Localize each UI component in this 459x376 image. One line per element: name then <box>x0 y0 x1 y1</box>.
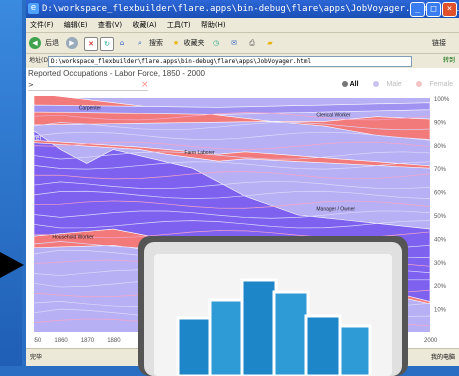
print-icon[interactable]: ⎙ <box>246 37 258 49</box>
links-label[interactable]: 链接 <box>429 37 449 49</box>
address-bar: 地址(D) D:\workspace_flexbuilder\flare.app… <box>26 54 459 69</box>
filter-female[interactable]: Female <box>410 81 453 88</box>
desktop-background <box>0 0 22 366</box>
filter-all-dot <box>342 81 348 87</box>
y-tick-label: 30% <box>434 261 447 267</box>
stop-icon[interactable]: ✕ <box>84 37 98 51</box>
toolbar: ◀ 后退 ▶ ✕ ↻ ⌂ ⌕ 搜索 ★ 收藏夹 ◷ ✉ ⎙ ▰ 链接 <box>26 33 459 54</box>
favorites-icon[interactable]: ★ <box>170 37 182 49</box>
menu-bar: 文件(F) 编辑(E) 查看(V) 收藏(A) 工具(T) 帮助(H) <box>26 18 459 33</box>
filter-male-dot <box>373 81 379 87</box>
menu-favorites[interactable]: 收藏(A) <box>132 21 156 29</box>
y-tick-label: 90% <box>434 120 447 126</box>
back-icon[interactable]: ◀ <box>29 37 41 49</box>
y-tick-label: 80% <box>434 144 447 150</box>
home-icon[interactable]: ⌂ <box>116 37 128 49</box>
filter-all[interactable]: All <box>336 81 359 88</box>
menu-tools[interactable]: 工具(T) <box>167 21 191 29</box>
close-button[interactable]: × <box>442 2 457 17</box>
band-label: Farm Laborer <box>184 150 215 156</box>
band-label: Household Worker <box>52 234 94 240</box>
x-tick-label: 1870 <box>81 338 95 344</box>
address-field[interactable]: D:\workspace_flexbuilder\flare.apps\bin-… <box>48 56 412 67</box>
go-button[interactable]: 转到 <box>443 56 455 66</box>
folder-icon[interactable]: ▰ <box>264 37 276 49</box>
forward-icon[interactable]: ▶ <box>66 37 78 49</box>
minimize-button[interactable]: _ <box>410 2 425 17</box>
y-tick-label: 100% <box>434 97 450 103</box>
band-label: Carpenter <box>79 106 102 112</box>
maximize-button[interactable]: □ <box>426 2 441 17</box>
back-label[interactable]: 后退 <box>42 37 62 49</box>
menu-file[interactable]: 文件(F) <box>30 21 54 29</box>
x-tick-label: 1880 <box>107 338 121 344</box>
status-text: 完毕 <box>30 351 42 365</box>
search-input[interactable]: > <box>28 80 148 91</box>
y-tick-label: 20% <box>434 284 447 290</box>
filter-male[interactable]: Male <box>367 81 402 88</box>
band-label: Manager / Owner <box>316 206 355 212</box>
x-tick-label: 2000 <box>424 338 438 344</box>
band-label: Clerical Worker <box>316 113 350 119</box>
title-bar: e D:\workspace_flexbuilder\flare.apps\bi… <box>26 0 459 18</box>
y-tick-label: 40% <box>434 237 447 243</box>
clear-icon[interactable]: × <box>141 80 149 90</box>
filter-female-dot <box>416 81 422 87</box>
gender-filters: All Male Female <box>330 81 453 88</box>
history-icon[interactable]: ◷ <box>210 37 222 49</box>
y-tick-label: 60% <box>434 191 447 197</box>
y-tick-label: 70% <box>434 167 447 173</box>
ie-icon: e <box>28 3 39 14</box>
menu-view[interactable]: 查看(V) <box>98 21 122 29</box>
y-tick-label: 10% <box>434 308 447 314</box>
zone-text: 我的电脑 <box>431 351 455 365</box>
favorites-label[interactable]: 收藏夹 <box>182 37 206 49</box>
search-label[interactable]: 搜索 <box>146 37 166 49</box>
search-icon[interactable]: ⌕ <box>134 37 146 49</box>
page-title: Reported Occupations - Labor Force, 1850… <box>28 69 205 78</box>
window-title: D:\workspace_flexbuilder\flare.apps\bin-… <box>42 4 459 14</box>
mail-icon[interactable]: ✉ <box>228 37 240 49</box>
x-tick-label: 1860 <box>54 338 68 344</box>
y-tick-label: 50% <box>434 214 447 220</box>
flex-builder-logo <box>138 236 408 376</box>
x-tick-label: 1850 <box>34 338 42 344</box>
refresh-icon[interactable]: ↻ <box>100 37 114 51</box>
menu-edit[interactable]: 编辑(E) <box>64 21 88 29</box>
menu-help[interactable]: 帮助(H) <box>201 21 226 29</box>
pointer-arrow <box>0 252 24 278</box>
band-label: Farm Laborer <box>34 135 43 142</box>
